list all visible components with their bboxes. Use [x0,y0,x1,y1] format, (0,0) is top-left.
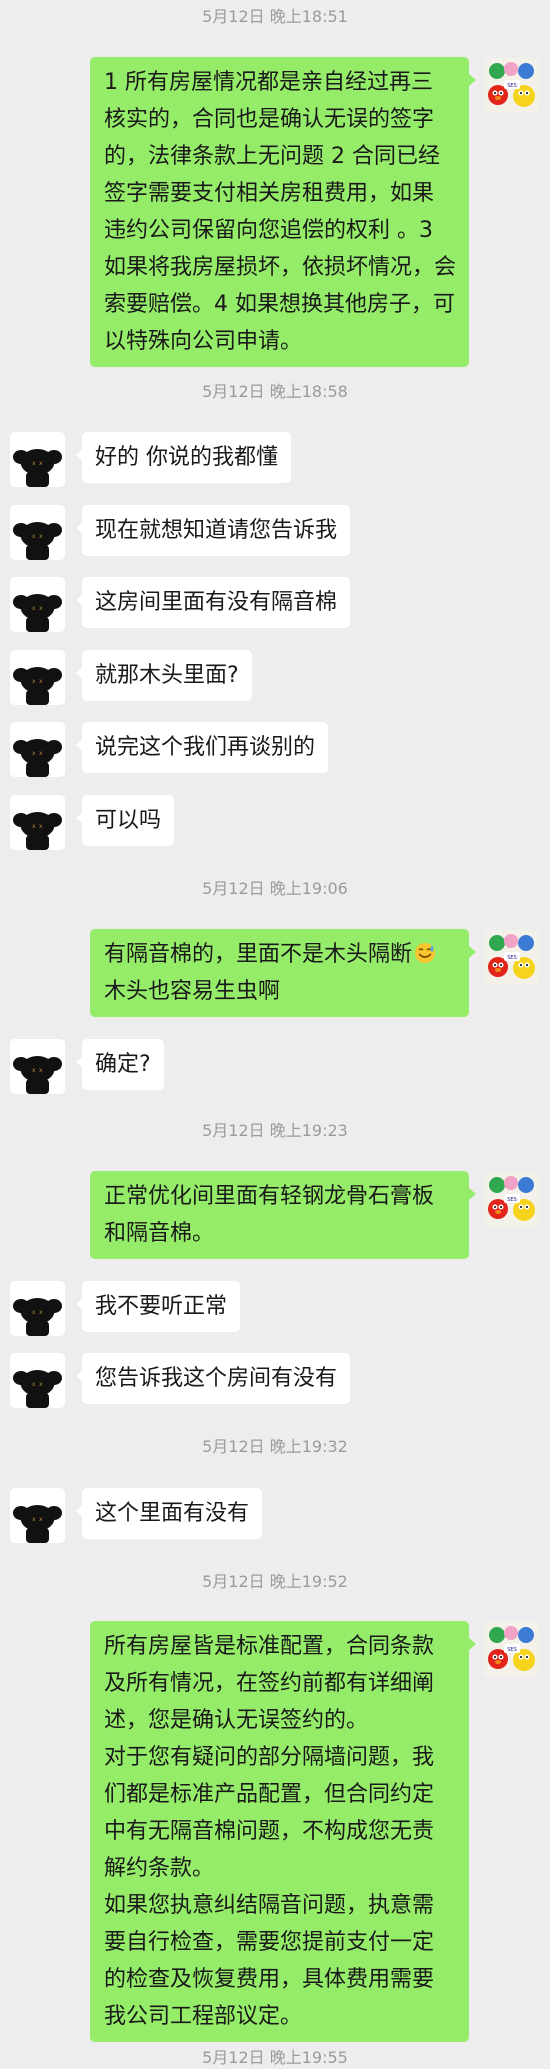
sweat-smile-emoji-icon [415,943,436,963]
sesame-street-avatar-icon [484,1172,539,1227]
other-avatar[interactable] [10,577,65,632]
timestamp: 5月12日 晚上19:23 [202,1121,348,1140]
message-text: 现在就想知道请您告诉我 [95,518,338,543]
message-line: 如果将我房屋损坏，依损坏情况，会 [104,255,457,280]
message-line: 要自行检查，需要您提前支付一定 [104,1930,435,1955]
kaws-figure-avatar-icon [10,577,65,632]
message-line: 有隔音棉的，里面不是木头隔断 [104,936,455,973]
message-text: 您告诉我这个房间有没有 [95,1366,338,1391]
message-text: 确定? [95,1052,151,1077]
other-avatar[interactable] [10,1488,65,1543]
message-bubble-incoming[interactable]: 现在就想知道请您告诉我 [75,505,351,556]
other-avatar[interactable] [10,505,65,560]
message-bubble-incoming[interactable]: 可以吗 [75,795,175,846]
message-bubble-incoming[interactable]: 我不要听正常 [75,1281,241,1332]
message-bubble-outgoing[interactable]: 正常优化间里面有轻钢龙骨石膏板 和隔音棉。 [90,1171,476,1259]
other-avatar[interactable] [10,1353,65,1408]
message-line: 和隔音棉。 [104,1221,215,1246]
message-line-text: 有隔音棉的，里面不是木头隔断 [104,942,413,967]
message-bubble-outgoing[interactable]: 有隔音棉的，里面不是木头隔断 木头也容易生虫啊 [90,929,476,1017]
other-avatar[interactable] [10,1039,65,1094]
message-line: 的检查及恢复费用，具体费用需要 [104,1967,435,1992]
message-bubble-incoming[interactable]: 就那木头里面? [76,650,252,701]
kaws-figure-avatar-icon [10,795,65,850]
kaws-figure-avatar-icon [10,722,65,777]
other-avatar[interactable] [10,650,65,705]
message-bubble-incoming[interactable]: 这房间里面有没有隔音棉 [75,577,351,628]
message-bubble-incoming[interactable]: 这个里面有没有 [75,1488,263,1539]
kaws-figure-avatar-icon [10,505,65,560]
self-avatar[interactable] [484,58,539,113]
other-avatar[interactable] [10,432,65,487]
message-line: 木头也容易生虫啊 [104,979,281,1004]
kaws-figure-avatar-icon [10,432,65,487]
kaws-figure-avatar-icon [10,1281,65,1336]
message-text: 我不要听正常 [95,1294,228,1319]
message-bubble-incoming[interactable]: 您告诉我这个房间有没有 [75,1353,351,1404]
message-bubble-incoming[interactable]: 好的 你说的我都懂 [76,432,291,483]
message-bubble-outgoing[interactable]: 1 所有房屋情况都是亲自经过再三 核实的，合同也是确认无误的签字 的，法律条款上… [90,57,476,367]
message-line: 的，法律条款上无问题 2 合同已经 [104,144,440,169]
message-text: 这个里面有没有 [95,1501,250,1526]
kaws-figure-avatar-icon [10,1488,65,1543]
message-bubble-incoming[interactable]: 说完这个我们再谈别的 [75,722,329,773]
other-avatar[interactable] [10,795,65,850]
timestamp: 5月12日 晚上19:52 [202,1572,348,1591]
sesame-street-avatar-icon [484,930,539,985]
message-line: 签字需要支付相关房租费用，如果 [104,181,435,206]
kaws-figure-avatar-icon [10,1039,65,1094]
message-line: 以特殊向公司申请。 [104,329,303,354]
message-line: 索要赔偿。4 如果想换其他房子，可 [104,292,455,317]
timestamp: 5月12日 晚上18:51 [202,7,348,26]
message-line: 中有无隔音棉问题，不构成您无责 [104,1819,435,1844]
self-avatar[interactable] [484,1622,539,1677]
message-text: 可以吗 [95,808,162,833]
message-line: 们都是标准产品配置，但合同约定 [104,1782,435,1807]
message-text: 说完这个我们再谈别的 [95,735,316,760]
message-line: 我公司工程部议定。 [104,2004,303,2029]
sesame-street-avatar-icon [484,1622,539,1677]
timestamp: 5月12日 晚上19:55 [202,2048,348,2067]
message-text: 这房间里面有没有隔音棉 [95,590,338,615]
timestamp: 5月12日 晚上19:06 [202,879,348,898]
timestamp: 5月12日 晚上18:58 [202,382,348,401]
kaws-figure-avatar-icon [10,1353,65,1408]
message-line: 及所有情况，在签约前都有详细阐 [104,1671,435,1696]
message-line: 所有房屋皆是标准配置，合同条款 [104,1634,435,1659]
other-avatar[interactable] [10,722,65,777]
sesame-street-avatar-icon [484,58,539,113]
self-avatar[interactable] [484,1172,539,1227]
self-avatar[interactable] [484,930,539,985]
message-line: 1 所有房屋情况都是亲自经过再三 [104,70,433,95]
message-bubble-incoming[interactable]: 确定? [76,1039,164,1090]
timestamp: 5月12日 晚上19:32 [202,1437,348,1456]
message-line: 对于您有疑问的部分隔墙问题，我 [104,1745,435,1770]
message-bubble-outgoing[interactable]: 所有房屋皆是标准配置，合同条款 及所有情况，在签约前都有详细阐 述，您是确认无误… [90,1621,476,2042]
message-text: 好的 你说的我都懂 [95,445,278,470]
message-line: 核实的，合同也是确认无误的签字 [104,107,435,132]
message-line: 如果您执意纠结隔音问题，执意需 [104,1893,435,1918]
message-line: 解约条款。 [104,1856,215,1881]
message-line: 正常优化间里面有轻钢龙骨石膏板 [104,1184,435,1209]
message-line: 述，您是确认无误签约的。 [104,1708,369,1733]
message-line: 违约公司保留向您追偿的权利 。3 [104,218,433,243]
kaws-figure-avatar-icon [10,650,65,705]
other-avatar[interactable] [10,1281,65,1336]
message-text: 就那木头里面? [95,663,239,688]
